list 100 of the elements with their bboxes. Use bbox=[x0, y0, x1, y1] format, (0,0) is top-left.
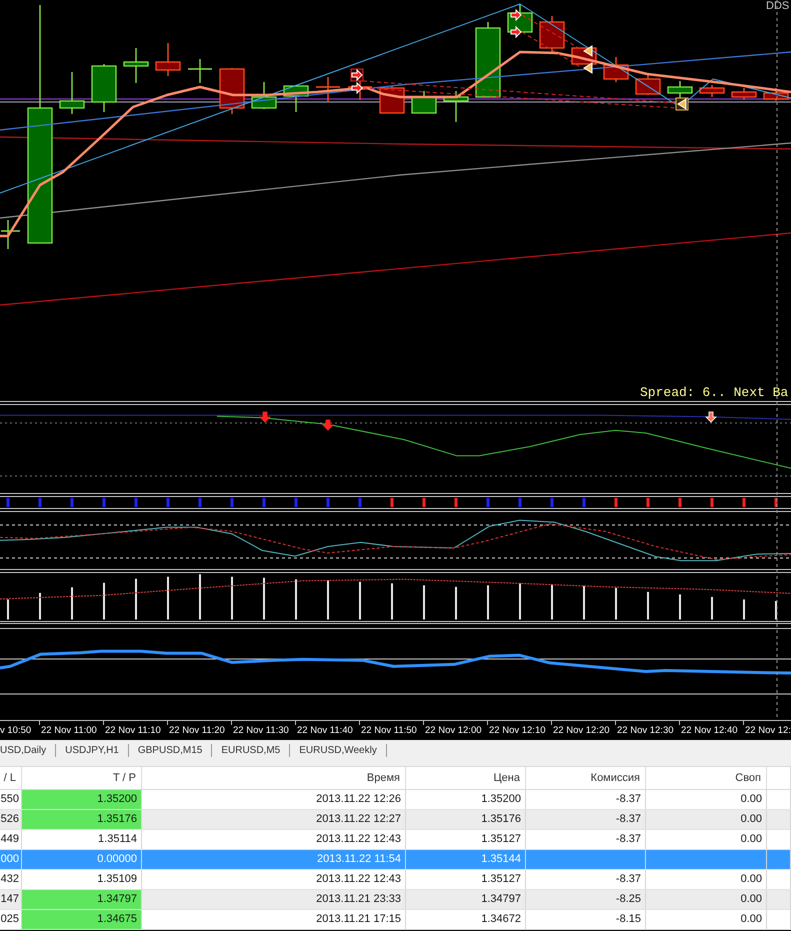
table-row[interactable]: 550 1.35200 2013.11.22 12:26 1.35200 -8.37 0.00 bbox=[0, 790, 791, 810]
signal-bar bbox=[518, 498, 522, 507]
down-arrow-icon bbox=[259, 412, 271, 423]
table-cell: 1.35200 bbox=[406, 790, 526, 809]
table-cell: 2013.11.22 12:27 bbox=[142, 810, 406, 829]
time-label: 22 Nov 12: bbox=[745, 726, 791, 736]
trade-line bbox=[522, 14, 582, 50]
table-row[interactable]: 147 1.34797 2013.11.21 23:33 1.34797 -8.25 0.00 bbox=[0, 890, 791, 910]
table-cell: 1.35127 bbox=[406, 830, 526, 849]
indicator-label: DDS bbox=[766, 0, 790, 12]
spread-label: Spread: 6.. Next Ba bbox=[640, 385, 788, 400]
table-cell: 0.00 bbox=[646, 810, 767, 829]
candlestick bbox=[667, 81, 693, 100]
candlestick bbox=[699, 85, 725, 97]
candlestick bbox=[635, 75, 661, 95]
signal-bar bbox=[614, 498, 618, 507]
symbol-tab[interactable]: EURUSD,Weekly bbox=[290, 744, 387, 757]
symbol-tab[interactable]: USD,Daily bbox=[0, 744, 56, 757]
down-arrow-icon bbox=[322, 420, 334, 431]
right-arrow-icon bbox=[352, 82, 363, 94]
column-header[interactable]: Время bbox=[142, 767, 406, 789]
table-cell: 0.00 bbox=[646, 790, 767, 809]
table-cell: 432 bbox=[0, 870, 22, 889]
candlestick bbox=[603, 57, 629, 82]
table-cell: 2013.11.22 12:43 bbox=[142, 870, 406, 889]
candlestick bbox=[763, 88, 789, 101]
table-row[interactable]: 432 1.35109 2013.11.22 12:43 1.35127 -8.37 0.00 bbox=[0, 870, 791, 890]
down-arrow-icon bbox=[705, 412, 717, 423]
table-cell: -8.37 bbox=[526, 870, 646, 889]
signal-bar bbox=[70, 498, 74, 507]
table-cell: 1.34797 bbox=[406, 890, 526, 909]
candlestick bbox=[219, 68, 245, 114]
symbol-tab[interactable]: EURUSD,M5 bbox=[212, 744, 290, 757]
candlestick bbox=[188, 59, 212, 83]
table-cell: 1.35144 bbox=[406, 850, 526, 869]
table-cell: 1.34675 bbox=[22, 910, 142, 929]
candlestick bbox=[316, 77, 340, 102]
table-cell: 0.00 bbox=[646, 830, 767, 849]
candlestick bbox=[155, 43, 181, 76]
signal-bar bbox=[198, 498, 202, 507]
column-header[interactable]: Цена bbox=[406, 767, 526, 789]
candlestick bbox=[251, 82, 277, 109]
time-label: 22 Nov 11:30 bbox=[233, 726, 289, 736]
column-header[interactable]: Своп bbox=[646, 767, 767, 789]
table-cell: 1.35176 bbox=[22, 810, 142, 829]
time-label: 22 Nov 11:40 bbox=[297, 726, 353, 736]
signal-bar bbox=[486, 498, 490, 507]
table-cell: 1.35127 bbox=[406, 870, 526, 889]
candlestick bbox=[1, 220, 20, 249]
right-arrow-icon bbox=[350, 68, 364, 82]
candlestick bbox=[123, 48, 149, 83]
table-row[interactable]: 526 1.35176 2013.11.22 12:27 1.35176 -8.37 0.00 bbox=[0, 810, 791, 830]
column-header[interactable]: T / P bbox=[22, 767, 142, 789]
symbol-tab[interactable]: GBPUSD,M15 bbox=[128, 744, 212, 757]
table-cell: -8.25 bbox=[526, 890, 646, 909]
table-cell: 0.00 bbox=[646, 910, 767, 929]
right-arrow-icon bbox=[510, 8, 522, 22]
column-header[interactable]: Комиссия bbox=[526, 767, 646, 789]
signal-bar bbox=[582, 498, 586, 507]
time-label: 22 Nov 12:30 bbox=[617, 726, 674, 736]
signal-bar bbox=[102, 498, 106, 507]
signal-bar bbox=[6, 498, 10, 507]
right-arrow-icon bbox=[510, 26, 522, 38]
table-cell: 2013.11.22 11:54 bbox=[142, 850, 406, 869]
time-label: 22 Nov 11:20 bbox=[169, 726, 225, 736]
table-cell: 1.35176 bbox=[406, 810, 526, 829]
signal-bar bbox=[230, 498, 234, 507]
table-row[interactable]: 025 1.34675 2013.11.21 17:15 1.34672 -8.15 0.00 bbox=[0, 910, 791, 930]
table-cell: 1.35114 bbox=[22, 830, 142, 849]
time-label: 22 Nov 11:00 bbox=[41, 726, 97, 736]
time-label: 22 Nov 11:50 bbox=[361, 726, 417, 736]
signal-bar bbox=[550, 498, 554, 507]
signal-bar bbox=[262, 498, 266, 507]
trade-line bbox=[522, 32, 582, 68]
candlestick bbox=[411, 91, 437, 114]
signal-bar bbox=[294, 498, 298, 507]
signal-bar bbox=[358, 498, 362, 507]
table-cell: -8.37 bbox=[526, 790, 646, 809]
signal-bar bbox=[678, 498, 682, 507]
candlestick bbox=[59, 72, 85, 114]
table-row[interactable]: 449 1.35114 2013.11.22 12:43 1.35127 -8.37 0.00 bbox=[0, 830, 791, 850]
time-label: 22 Nov 12:20 bbox=[553, 726, 610, 736]
candlestick bbox=[443, 91, 469, 122]
signal-bar bbox=[454, 498, 458, 507]
table-cell: -8.37 bbox=[526, 830, 646, 849]
signal-bar bbox=[710, 498, 714, 507]
column-header[interactable]: / L bbox=[0, 767, 22, 789]
signal-bar bbox=[326, 498, 330, 507]
signal-bar bbox=[742, 498, 746, 507]
table-cell: 449 bbox=[0, 830, 22, 849]
signal-bar bbox=[774, 498, 778, 507]
table-cell: 1.35200 bbox=[22, 790, 142, 809]
symbol-tab[interactable]: USDJPY,H1 bbox=[56, 744, 129, 757]
time-label: 22 Nov 12:40 bbox=[681, 726, 738, 736]
table-cell: 1.35109 bbox=[22, 870, 142, 889]
candlestick bbox=[91, 64, 117, 112]
signal-bar bbox=[422, 498, 426, 507]
signal-bar bbox=[166, 498, 170, 507]
candlestick bbox=[283, 85, 309, 112]
table-cell: -8.15 bbox=[526, 910, 646, 929]
